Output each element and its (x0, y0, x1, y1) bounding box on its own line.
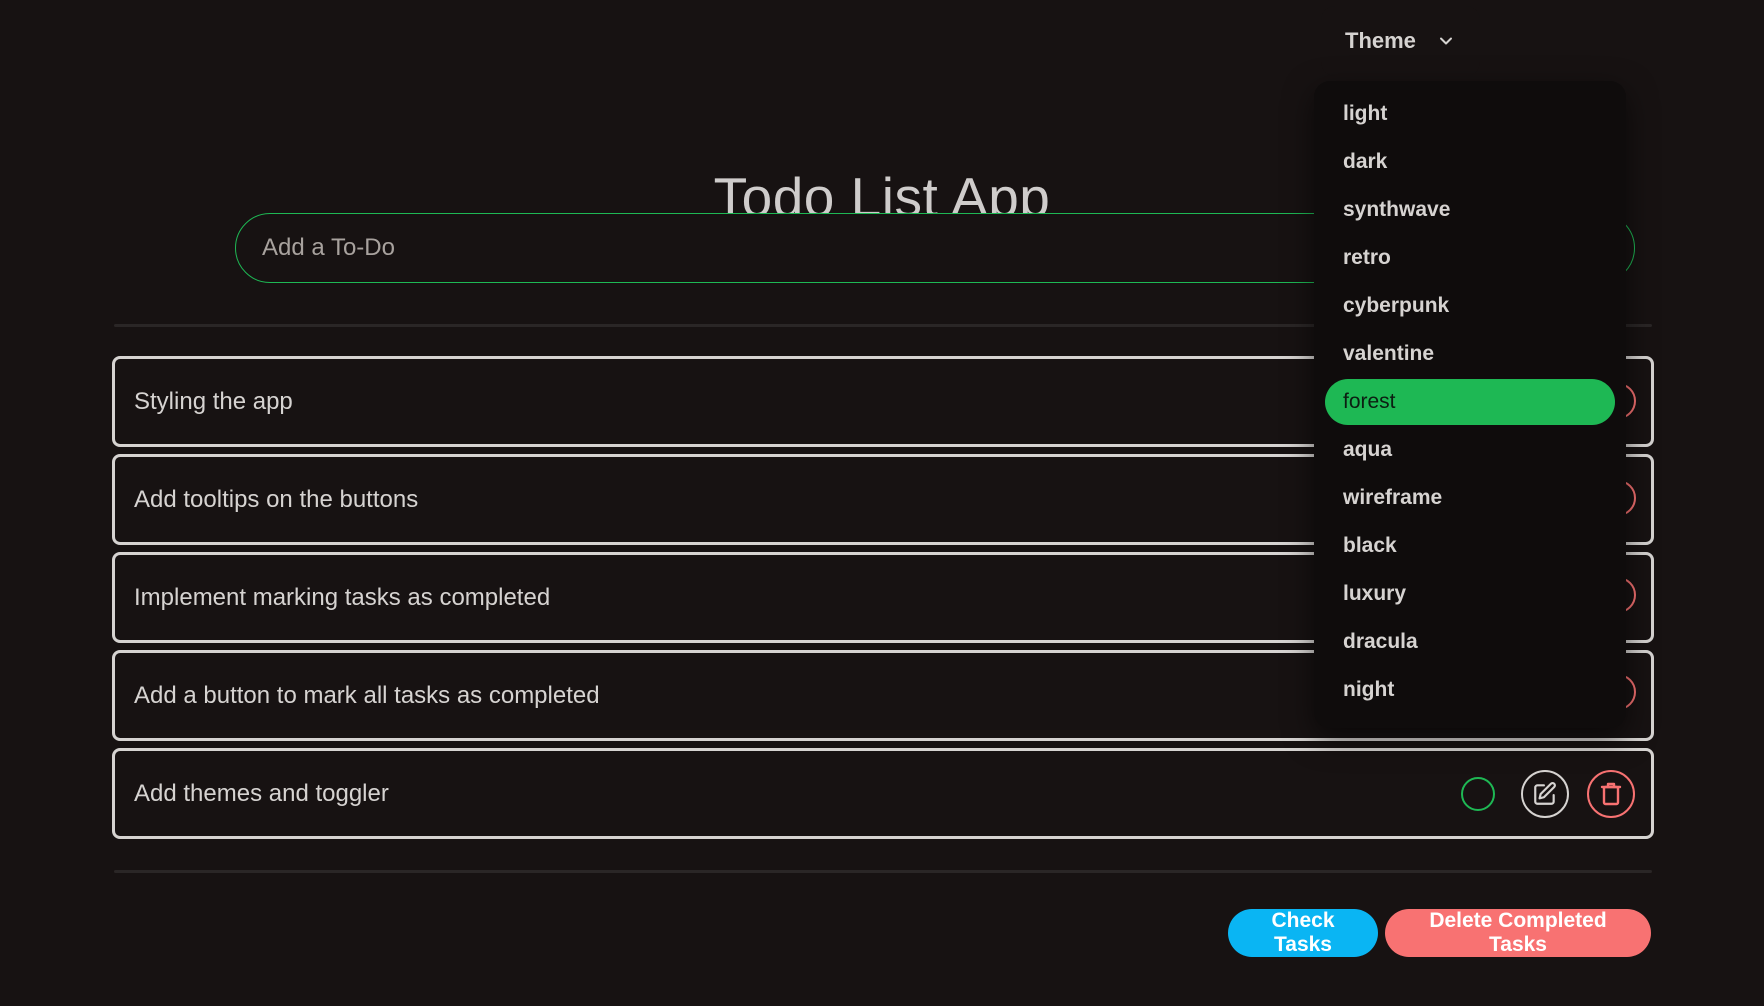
theme-option-aqua[interactable]: aqua (1325, 427, 1615, 473)
theme-option-cyberpunk[interactable]: cyberpunk (1325, 283, 1615, 329)
task-text: Add tooltips on the buttons (134, 485, 419, 513)
bottom-divider (114, 870, 1652, 873)
theme-option-synthwave[interactable]: synthwave (1325, 187, 1615, 233)
theme-dropdown-button[interactable]: Theme (1321, 6, 1480, 76)
task-text: Add themes and toggler (134, 779, 389, 807)
task-text: Implement marking tasks as completed (134, 583, 551, 611)
delete-button[interactable] (1587, 769, 1635, 818)
theme-label: Theme (1345, 28, 1416, 53)
theme-option-wireframe[interactable]: wireframe (1325, 475, 1615, 521)
edit-button[interactable] (1521, 769, 1569, 818)
trash-icon (1599, 781, 1623, 807)
theme-option-valentine[interactable]: valentine (1325, 331, 1615, 377)
theme-option-dark[interactable]: dark (1325, 139, 1615, 185)
app-root: Todo List App Styling the app Add toolti… (0, 0, 1764, 1006)
theme-option-light[interactable]: light (1325, 91, 1615, 137)
task-text: Styling the app (134, 387, 293, 415)
chevron-down-icon (1438, 33, 1454, 49)
complete-toggle-button[interactable] (1461, 776, 1495, 811)
theme-option-forest[interactable]: forest (1325, 379, 1615, 425)
task-item: Add themes and toggler (112, 748, 1654, 839)
task-actions (1461, 769, 1635, 818)
theme-option-night[interactable]: night (1325, 667, 1615, 713)
theme-option-retro[interactable]: retro (1325, 235, 1615, 281)
theme-option-black[interactable]: black (1325, 523, 1615, 569)
edit-icon (1532, 781, 1558, 807)
theme-menu: light dark synthwave retro cyberpunk val… (1314, 81, 1626, 728)
theme-option-luxury[interactable]: luxury (1325, 571, 1615, 617)
check-tasks-button[interactable]: Check Tasks (1228, 909, 1378, 957)
delete-completed-button[interactable]: Delete Completed Tasks (1385, 909, 1651, 957)
task-text: Add a button to mark all tasks as comple… (134, 681, 600, 709)
theme-option-dracula[interactable]: dracula (1325, 619, 1615, 665)
